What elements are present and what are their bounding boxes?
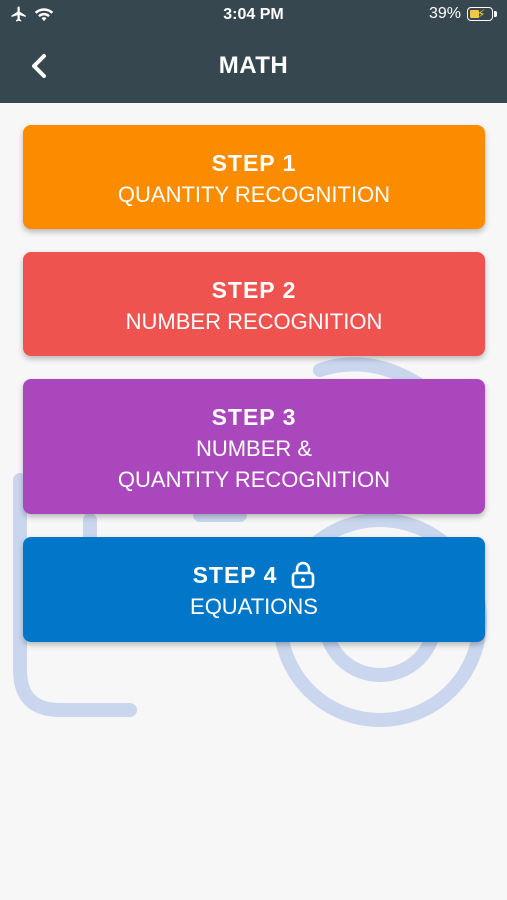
step-1-title: STEP 1 (211, 149, 297, 176)
step-2-button[interactable]: STEP 2 NUMBER RECOGNITION (23, 252, 485, 356)
step-3-subtitle-line-1: NUMBER & (195, 436, 313, 461)
step-3-subtitle-line-2: QUANTITY RECOGNITION (117, 467, 391, 492)
page-title: MATH (218, 52, 289, 79)
battery-percent: 39% (428, 5, 461, 22)
step-1-button[interactable]: STEP 1 QUANTITY RECOGNITION (23, 125, 485, 229)
lock-icon (292, 561, 315, 589)
battery-charging-icon: ⚡ (467, 7, 493, 21)
step-2-title: STEP 2 (211, 276, 297, 303)
step-3-button[interactable]: STEP 3 NUMBER & QUANTITY RECOGNITION (23, 379, 485, 514)
step-3-title: STEP 3 (211, 403, 297, 430)
step-1-subtitle: QUANTITY RECOGNITION (117, 182, 391, 207)
step-2-subtitle: NUMBER RECOGNITION (125, 309, 383, 334)
step-4-button[interactable]: STEP 4 EQUATIONS (23, 537, 485, 642)
header-bar: MATH (0, 30, 507, 103)
status-bar: 3:04 PM 39% ⚡ (0, 0, 507, 30)
step-4-title: STEP 4 (192, 561, 278, 588)
step-4-subtitle: EQUATIONS (190, 594, 318, 619)
status-right: 39% ⚡ (429, 5, 497, 23)
